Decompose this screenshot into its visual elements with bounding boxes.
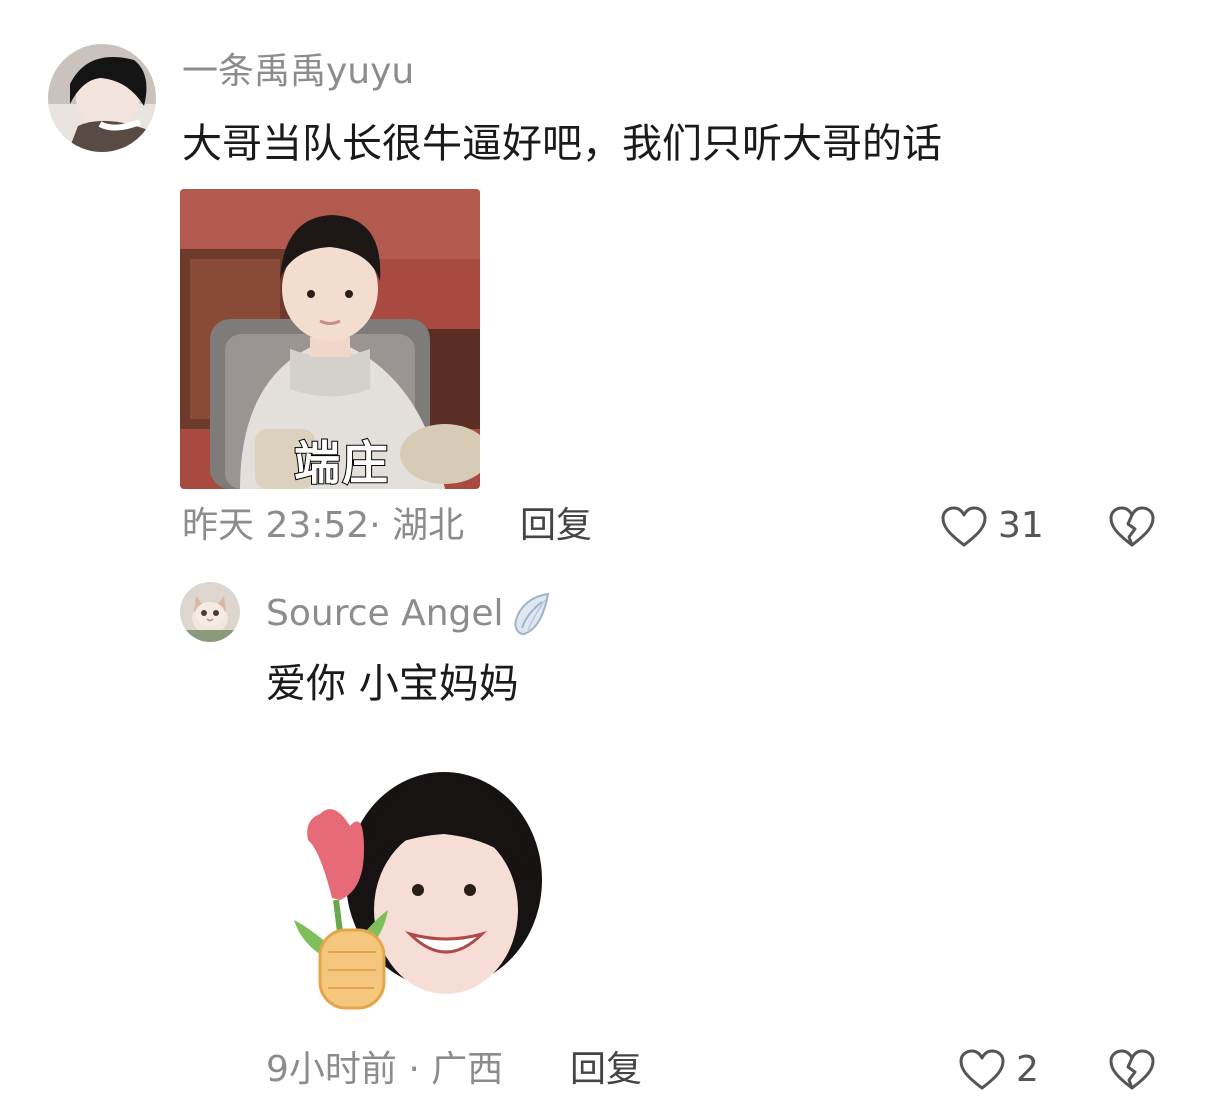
heart-outline-icon[interactable]: [958, 1048, 1006, 1092]
comment-text: 爱你 小宝妈妈: [266, 661, 519, 707]
comment-timestamp-location: 9小时前 · 广西: [266, 1049, 504, 1090]
heart-outline-icon[interactable]: [940, 505, 988, 549]
broken-heart-icon[interactable]: [1108, 1048, 1156, 1092]
comment-sticker-image[interactable]: 端庄: [180, 189, 480, 489]
like-count: 31: [998, 505, 1044, 546]
comment-timestamp-location: 昨天 23:52· 湖北: [182, 505, 465, 546]
reply-button[interactable]: 回复: [520, 508, 592, 544]
angel-wing-icon: [512, 590, 552, 638]
comment-sticker-image[interactable]: [264, 730, 564, 1030]
like-count: 2: [1016, 1049, 1039, 1090]
user-avatar[interactable]: [48, 44, 156, 152]
user-avatar[interactable]: [180, 582, 240, 642]
username[interactable]: Source Angel: [266, 596, 504, 632]
comment-text: 大哥当队长很牛逼好吧，我们只听大哥的话: [182, 121, 942, 167]
reply-button[interactable]: 回复: [570, 1052, 642, 1088]
username[interactable]: 一条禹禹yuyu: [182, 54, 414, 90]
broken-heart-icon[interactable]: [1108, 505, 1156, 549]
sticker-caption: 端庄: [293, 435, 390, 489]
